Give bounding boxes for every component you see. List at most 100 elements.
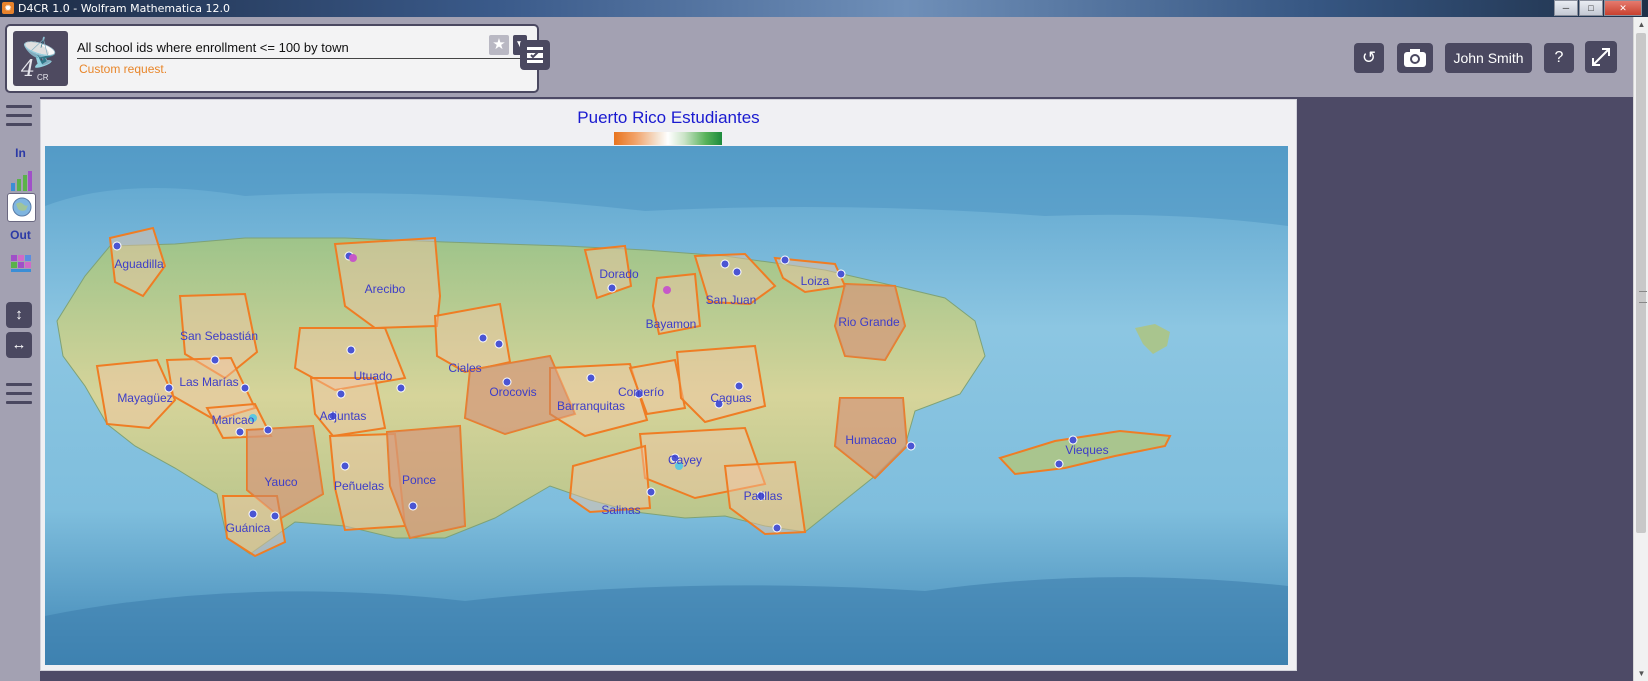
town-label: Caguas [710,391,751,405]
d4cr-logo: 📡 4 CR [13,31,68,86]
school-dot [663,286,671,294]
app-icon: ✹ [2,2,14,14]
town-label: San Sebastián [180,329,258,343]
window-title: D4CR 1.0 - Wolfram Mathematica 12.0 [18,2,230,15]
town-label: Humacao [845,433,897,447]
window-title-bar: ✹ D4CR 1.0 - Wolfram Mathematica 12.0 ─ … [0,0,1648,17]
town-label: Comerío [618,385,664,399]
school-dot [235,427,245,437]
puerto-rico-map[interactable]: Aguadilla Arecibo Dorado San Juan Loiza Rio G… [45,146,1288,665]
logo-sub: CR [37,73,49,82]
bar-chart-icon [10,171,32,191]
toolbar: 📡 4 CR ★ ▼ Custom request. ↺ John Smith … [0,17,1633,97]
secondary-menu-icon[interactable] [6,383,32,410]
school-dot [772,523,782,533]
map-title: Puerto Rico Estudiantes [577,108,760,127]
town-label: Adjuntas [320,409,367,423]
school-dot [494,339,504,349]
town-label: Cayey [668,453,702,467]
town-label: Utuado [354,369,393,383]
diagonal-expand-icon [1592,48,1610,66]
school-dot [263,425,273,435]
school-dot [780,255,790,265]
vertical-resize-button[interactable]: ↕ [6,302,32,328]
favorite-star-icon[interactable]: ★ [489,35,509,55]
school-dot [720,259,730,269]
query-status-note: Custom request. [79,62,168,76]
globe-tool[interactable] [7,193,36,222]
scroll-up-icon[interactable]: ▲ [1634,17,1648,32]
town-label: Mayagüez [117,391,172,405]
school-dot [240,383,250,393]
school-dot [1054,459,1064,469]
school-dot [586,373,596,383]
output-tool-label: Out [10,228,31,242]
school-dot [732,267,742,277]
query-input[interactable] [77,36,522,59]
school-dot [112,241,122,251]
school-dot [734,381,744,391]
school-dot [396,383,406,393]
town-label: San Juan [706,293,757,307]
school-dot [270,511,280,521]
globe-icon [12,197,31,217]
town-label: Barranquitas [557,399,625,413]
horizontal-resize-button[interactable]: ↔ [6,332,32,358]
input-tool[interactable]: In [7,141,34,168]
camera-icon [1404,49,1426,67]
town-label: Ponce [402,473,436,487]
school-dot [836,269,846,279]
map-panel: Puerto Rico Estudiantes Aguadilla Arecib… [40,99,1297,671]
vertical-arrows-icon: ↕ [15,306,23,323]
camera-button[interactable] [1397,43,1433,73]
undo-icon: ↺ [1361,48,1377,67]
help-button[interactable]: ? [1544,43,1574,73]
input-tool-label: In [15,146,26,160]
school-dot [646,487,656,497]
school-dot [336,389,346,399]
close-icon[interactable]: ✕ [1604,0,1642,16]
school-dot [906,441,916,451]
output-tool[interactable]: Out [7,223,34,250]
town-label: Guánica [226,521,271,535]
minimize-icon[interactable]: ─ [1554,0,1578,16]
maximize-icon[interactable]: □ [1579,0,1603,16]
school-dot [346,345,356,355]
checklist-button[interactable] [520,40,550,70]
window-controls: ─ □ ✕ [1554,0,1642,16]
vertical-scrollbar[interactable]: ▲ ▼ [1633,17,1648,681]
town-label: Las Marías [179,375,238,389]
color-legend [614,132,722,145]
scroll-down-icon[interactable]: ▼ [1634,666,1648,681]
school-dot [607,283,617,293]
town-label: Rio Grande [838,315,900,329]
query-box: 📡 4 CR ★ ▼ Custom request. [5,24,539,93]
town-label: Aguadilla [114,257,164,271]
town-label: Orocovis [489,385,536,399]
town-label: Ciales [448,361,481,375]
town-label: Loiza [801,274,830,288]
town-label: Patillas [744,489,783,503]
logo-number: 4 [21,57,35,82]
town-label: Maricao [212,413,255,427]
horizontal-arrows-icon: ↔ [11,336,27,353]
scroll-thumb[interactable] [1636,33,1647,533]
grid-chart-tool[interactable] [7,251,34,278]
school-dot [210,355,220,365]
bar-chart-tool[interactable] [7,169,34,196]
menu-icon[interactable] [6,105,32,132]
sidebar: In Out ↕ ↔ [0,97,40,681]
town-label: Vieques [1065,443,1108,457]
town-label: Salinas [601,503,640,517]
checklist-icon [527,47,543,63]
grid-chart-icon [10,255,31,272]
school-dot [478,333,488,343]
town-label: Dorado [599,267,639,281]
undo-button[interactable]: ↺ [1354,43,1384,73]
town-label: Arecibo [365,282,406,296]
town-label: Bayamon [646,317,697,331]
fullscreen-button[interactable] [1585,41,1617,73]
user-button[interactable]: John Smith [1445,43,1532,73]
school-dot [408,501,418,511]
school-dot [349,254,357,262]
